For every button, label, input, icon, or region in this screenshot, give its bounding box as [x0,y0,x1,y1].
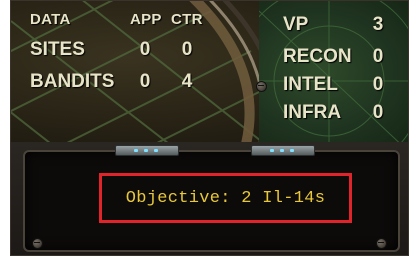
infra-value: 0 [372,102,384,123]
game-hud-panel: DATA APP CTR SITES 0 0 BANDITS 0 4 VP 3 … [10,0,409,256]
vp-label: VP [283,14,309,35]
infra-label: INFRA [283,102,342,123]
sites-ctr-value: 0 [181,39,193,60]
objective-highlight: Objective: 2 Il-14s [99,173,352,223]
app-column-header: APP [130,11,162,28]
sites-label: SITES [30,39,85,60]
vp-value: 3 [372,14,384,35]
objective-text: Objective: 2 Il-14s [125,188,326,208]
intel-value: 0 [372,74,384,95]
ctr-column-header: CTR [171,11,203,28]
intel-label: INTEL [283,74,338,95]
bandits-label: BANDITS [30,71,115,92]
data-header: DATA [30,11,71,28]
display-clip-right [251,145,315,156]
panel-screw-icon [32,238,43,249]
recon-label: RECON [283,46,352,67]
bandits-ctr-value: 4 [181,71,193,92]
panel-screw-icon [256,81,267,92]
sites-app-value: 0 [139,39,151,60]
panel-screw-icon [376,238,387,249]
recon-value: 0 [372,46,384,67]
display-clip-left [115,145,179,156]
bandits-app-value: 0 [139,71,151,92]
stats-panel: DATA APP CTR SITES 0 0 BANDITS 0 4 VP 3 … [11,1,408,142]
